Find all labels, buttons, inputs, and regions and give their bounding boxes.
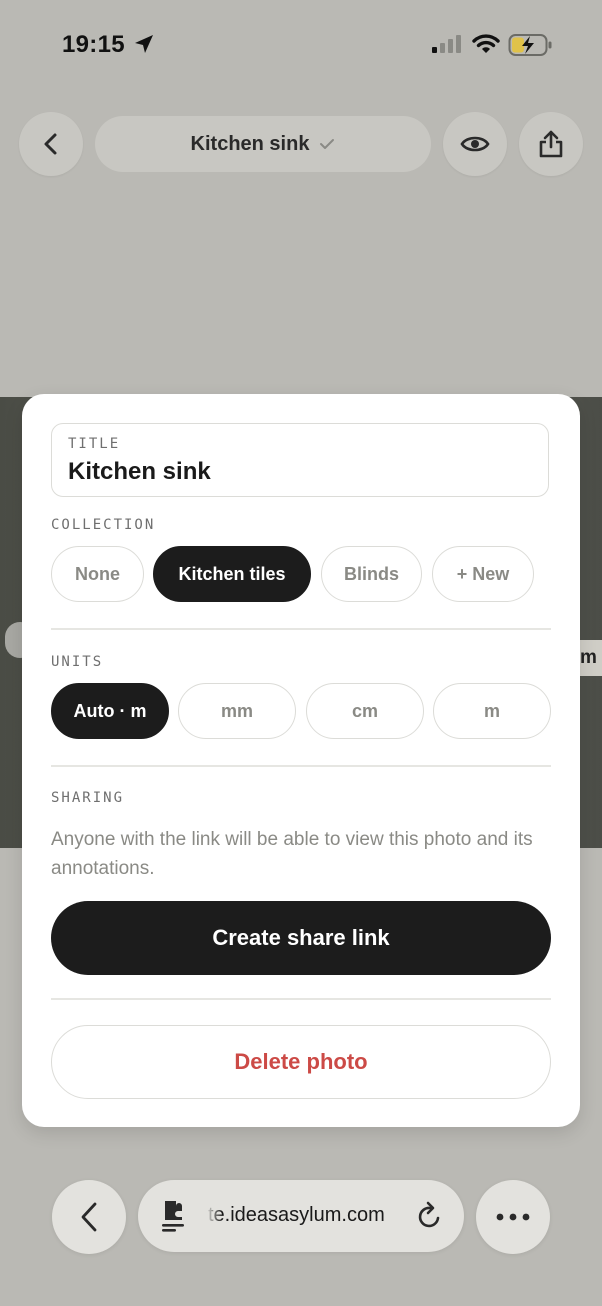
- header-title: Kitchen sink: [190, 132, 310, 155]
- preview-button[interactable]: [443, 112, 507, 176]
- status-bar: 19:15: [0, 0, 602, 90]
- title-field[interactable]: TITLE Kitchen sink: [51, 423, 549, 497]
- sharing-label: SHARING: [51, 790, 125, 806]
- share-upload-icon: [539, 130, 563, 158]
- cellular-signal-icon: [432, 35, 461, 53]
- status-time: 19:15: [62, 31, 125, 58]
- ellipsis-icon: [496, 1213, 530, 1221]
- title-input[interactable]: Kitchen sink: [68, 458, 211, 486]
- unit-chip-m[interactable]: m: [433, 683, 551, 739]
- measurement-unit: m: [580, 647, 597, 668]
- collection-chip-none[interactable]: None: [51, 546, 144, 602]
- url-text: te.ideasasylum.com: [208, 1204, 385, 1226]
- share-button[interactable]: [519, 112, 583, 176]
- photo-settings-sheet: TITLE Kitchen sink COLLECTION None Kitch…: [22, 394, 580, 1127]
- unit-chip-cm[interactable]: cm: [306, 683, 424, 739]
- photo-title-pill[interactable]: Kitchen sink: [95, 116, 431, 172]
- chevron-left-icon: [44, 133, 57, 155]
- sharing-description: Anyone with the link will be able to vie…: [51, 829, 533, 879]
- title-label: TITLE: [68, 436, 121, 452]
- new-collection-button[interactable]: + New: [432, 546, 534, 602]
- reload-icon[interactable]: [416, 1201, 444, 1231]
- page-menu-icon: [162, 1201, 184, 1232]
- delete-photo-button[interactable]: Delete photo: [51, 1025, 551, 1099]
- eye-icon: [460, 136, 490, 152]
- unit-chip-auto[interactable]: Auto · m: [51, 683, 169, 739]
- units-label: UNITS: [51, 654, 104, 670]
- address-bar[interactable]: te.ideasasylum.com: [138, 1180, 464, 1252]
- battery-charging-icon: [508, 34, 552, 56]
- browser-toolbar: te.ideasasylum.com: [0, 1150, 602, 1306]
- location-arrow-icon: [135, 35, 153, 53]
- collection-chip-blinds[interactable]: Blinds: [321, 546, 422, 602]
- back-button[interactable]: [19, 112, 83, 176]
- url-fade: [206, 1200, 222, 1232]
- divider: [51, 765, 551, 767]
- checkmark-icon: [320, 139, 335, 149]
- browser-back-button[interactable]: [52, 1180, 126, 1254]
- collection-chip-kitchen-tiles[interactable]: Kitchen tiles: [153, 546, 311, 602]
- divider: [51, 998, 551, 1000]
- divider: [51, 628, 551, 630]
- chevron-left-icon: [81, 1202, 97, 1232]
- unit-chip-mm[interactable]: mm: [178, 683, 296, 739]
- create-share-link-button[interactable]: Create share link: [51, 901, 551, 975]
- collection-label: COLLECTION: [51, 517, 156, 533]
- wifi-icon: [472, 34, 500, 53]
- more-options-button[interactable]: [476, 1180, 550, 1254]
